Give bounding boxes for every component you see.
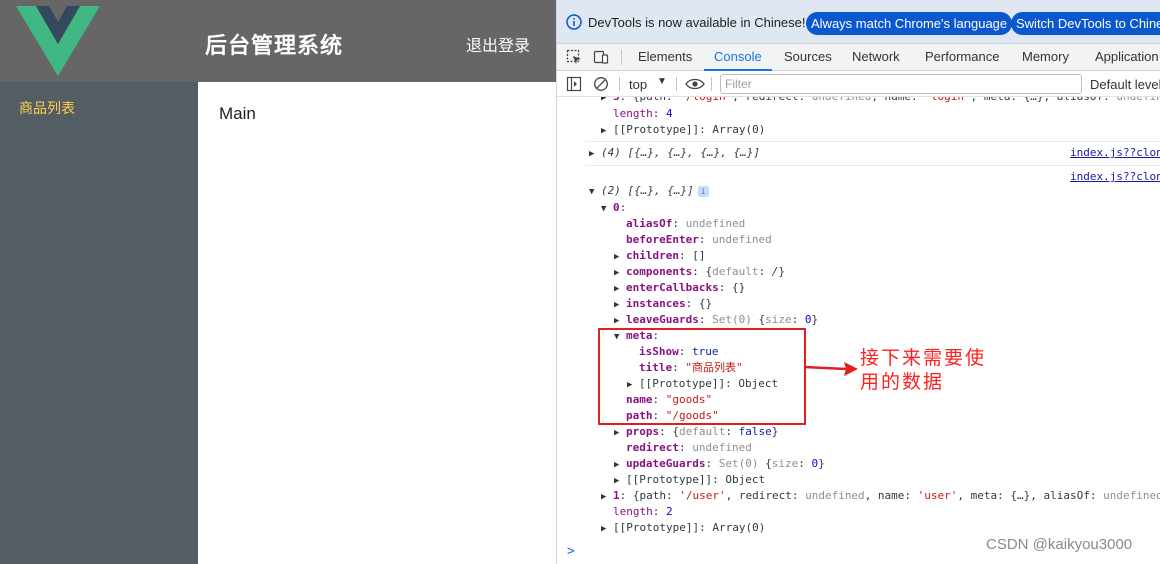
console-line[interactable]: ▶ instances: {} [614,296,712,312]
logout-button[interactable]: 退出登录 [466,32,530,56]
main-content: Main [198,82,556,564]
toolbar-divider [711,77,712,91]
tab-performance[interactable]: Performance [925,44,999,71]
tab-network[interactable]: Network [852,44,900,71]
log-levels-dropdown[interactable]: Default levels [1090,77,1160,92]
console-line[interactable]: ▶ leaveGuards: Set(0) {size: 0} [614,312,818,328]
source-link[interactable]: index.js??clone [1070,170,1160,183]
vue-logo-icon [16,6,100,76]
app-window: 后台管理系统 退出登录 商品列表 Main [0,0,556,564]
watermark: CSDN @kaikyou3000 [986,536,1133,553]
eye-icon[interactable] [685,76,705,92]
app-header: 后台管理系统 退出登录 [0,0,556,82]
console-line: beforeEnter: undefined [626,233,772,246]
language-infobar: DevTools is now available in Chinese! Al… [557,0,1160,44]
console-line[interactable]: ▶ props: {default: false} [614,424,778,440]
console-line: redirect: undefined [626,441,752,454]
message-divider [585,165,1160,166]
console-line: length: 2 [613,505,673,518]
console-toolbar: top ▼ Default levels [557,71,1160,97]
source-link[interactable]: index.js??clone [1070,146,1160,159]
info-badge-icon[interactable]: i [697,185,709,197]
toolbar-divider [676,77,677,91]
console-line: ▶3: {path: '/login', redirect: undefined… [601,97,1160,103]
context-selector[interactable]: top [629,77,647,92]
console-line: length: 4 [613,107,673,120]
device-toolbar-icon[interactable] [593,49,609,65]
filter-input[interactable] [720,74,1082,94]
clear-console-icon[interactable] [593,76,609,92]
app-title: 后台管理系统 [205,34,344,59]
annotation-line: 接下来需要使 [860,347,987,369]
tab-application[interactable]: Application [1095,44,1159,71]
chevron-down-icon[interactable]: ▼ [657,76,667,87]
console-line[interactable]: ▼ (2) [{…}, {…}] i [589,183,709,199]
annotation-note: 接下来需要使 用的数据 [860,346,986,394]
inspect-element-icon[interactable] [566,49,582,65]
devtools-tabbar: Elements Console Sources Network Perform… [557,44,1160,71]
highlight-box [598,328,806,425]
console-prompt[interactable]: > [567,544,575,559]
tab-divider [621,50,622,65]
console-line[interactable]: ▶ children: [] [614,248,705,264]
message-divider [585,141,1160,142]
tab-memory[interactable]: Memory [1022,44,1069,71]
info-icon [566,14,582,30]
console-line[interactable]: ▶ components: {default: /} [614,264,785,280]
console-line[interactable]: ▶ enterCallbacks: {} [614,280,745,296]
console-line[interactable]: ▼ 0: [601,200,626,216]
toolbar-divider [619,77,620,91]
tab-elements[interactable]: Elements [638,44,692,71]
console-line[interactable]: ▶ updateGuards: Set(0) {size: 0} [614,456,825,472]
switch-language-button[interactable]: Switch DevTools to Chinese [1011,12,1160,35]
console-line[interactable]: ▶ (4) [{…}, {…}, {…}, {…}] [589,145,760,161]
tab-sources[interactable]: Sources [784,44,832,71]
console-line[interactable]: ▶ [[Prototype]]: Object [614,472,765,488]
sidebar-toggle-icon[interactable] [566,76,582,92]
match-language-button[interactable]: Always match Chrome's language [806,12,1013,35]
devtools-panel: DevTools is now available in Chinese! Al… [556,0,1160,564]
arrow-icon [803,362,858,376]
console-line[interactable]: ▶ 1: {path: '/user', redirect: undefined,… [601,488,1160,504]
annotation-line: 用的数据 [860,371,945,393]
console-line[interactable]: ▶ [[Prototype]]: Array(0) [601,520,765,536]
main-text: Main [219,104,256,123]
sidebar-menu: 商品列表 [0,82,198,564]
tab-console[interactable]: Console [704,44,772,71]
console-line[interactable]: ▶ [[Prototype]]: Array(0) [601,122,765,138]
console-line: aliasOf: undefined [626,217,746,230]
infobar-text: DevTools is now available in Chinese! [588,15,806,30]
sidebar-item-goods-list[interactable]: 商品列表 [0,92,198,126]
